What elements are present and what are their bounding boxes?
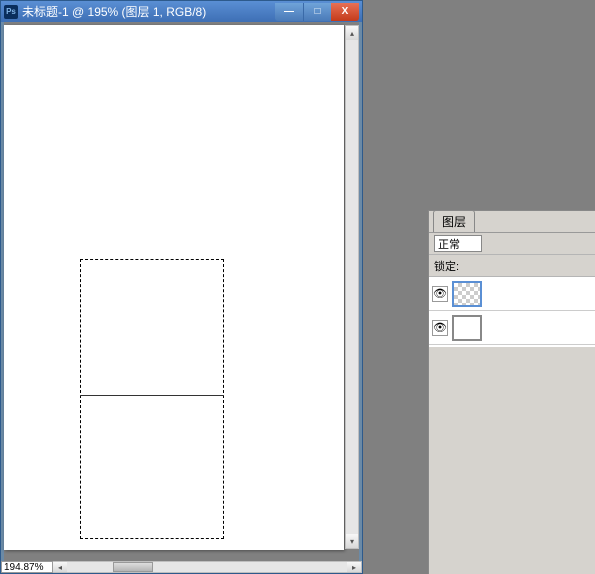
marquee-selection [80, 259, 224, 539]
layer-thumbnail[interactable] [452, 281, 482, 307]
titlebar[interactable]: Ps 未标题-1 @ 195% (图层 1, RGB/8) — □ X [1, 1, 362, 22]
scroll-thumb[interactable] [113, 562, 153, 572]
horizontal-scrollbar[interactable]: ◂ ▸ [53, 561, 362, 573]
scroll-down-icon[interactable]: ▾ [346, 534, 358, 548]
maximize-button[interactable]: □ [303, 3, 331, 21]
scroll-up-icon[interactable]: ▴ [346, 26, 358, 40]
layers-panel: 图层 正常 锁定: 👁 👁 [428, 210, 595, 574]
lock-label: 锁定: [434, 258, 459, 274]
close-button[interactable]: X [331, 3, 359, 21]
scroll-left-icon[interactable]: ◂ [53, 562, 67, 572]
panel-tabbar: 图层 [429, 211, 595, 233]
window-controls: — □ X [275, 3, 359, 21]
visibility-icon[interactable]: 👁 [432, 286, 448, 302]
vertical-scrollbar[interactable]: ▴ ▾ [345, 25, 359, 549]
layer-list: 👁 👁 [429, 277, 595, 347]
canvas[interactable] [4, 25, 344, 550]
zoom-input[interactable]: 194.87% [1, 561, 53, 573]
tab-layers[interactable]: 图层 [433, 210, 475, 232]
scroll-right-icon[interactable]: ▸ [347, 562, 361, 572]
document-title: 未标题-1 @ 195% (图层 1, RGB/8) [22, 3, 275, 20]
layer-row[interactable]: 👁 [429, 277, 595, 311]
layer-row[interactable]: 👁 [429, 311, 595, 345]
blend-mode-row: 正常 [429, 233, 595, 255]
drawn-line [80, 395, 224, 396]
blend-mode-select[interactable]: 正常 [434, 235, 482, 252]
minimize-button[interactable]: — [275, 3, 303, 21]
document-window: Ps 未标题-1 @ 195% (图层 1, RGB/8) — □ X ▴ ▾ … [0, 0, 363, 574]
lock-row: 锁定: [429, 255, 595, 277]
statusbar: 194.87% ◂ ▸ [1, 561, 362, 573]
visibility-icon[interactable]: 👁 [432, 320, 448, 336]
layer-thumbnail[interactable] [452, 315, 482, 341]
document-body: ▴ ▾ [4, 22, 359, 561]
ps-icon: Ps [4, 5, 18, 19]
